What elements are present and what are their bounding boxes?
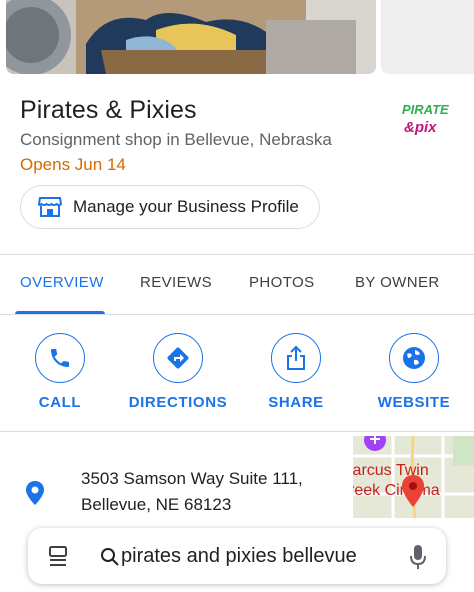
divider	[0, 431, 474, 432]
website-button[interactable]: WEBSITE	[354, 333, 474, 411]
share-icon	[271, 333, 321, 383]
phone-icon	[35, 333, 85, 383]
microphone-icon[interactable]	[409, 544, 427, 575]
search-icon	[100, 547, 120, 572]
call-button[interactable]: CALL	[0, 333, 120, 411]
globe-icon	[389, 333, 439, 383]
business-photo[interactable]	[6, 0, 376, 74]
tab-photos[interactable]: PHOTOS	[249, 274, 314, 291]
list-icon[interactable]	[48, 545, 72, 572]
tab-overview[interactable]: OVERVIEW	[20, 274, 104, 291]
photo-strip[interactable]	[0, 0, 474, 78]
location-pin-icon	[24, 480, 46, 506]
share-label: SHARE	[268, 394, 324, 411]
logo-text-bottom: &pix	[404, 119, 437, 136]
tab-by-owner[interactable]: BY OWNER	[355, 274, 440, 291]
business-photo-secondary[interactable]	[381, 0, 474, 74]
tab-reviews[interactable]: REVIEWS	[140, 274, 212, 291]
directions-label: DIRECTIONS	[128, 394, 228, 411]
website-label: WEBSITE	[377, 394, 451, 411]
divider	[0, 254, 474, 255]
address-line-2[interactable]: Bellevue, NE 68123	[81, 495, 231, 515]
manage-business-profile-label: Manage your Business Profile	[73, 197, 299, 216]
business-category: Consignment shop in Bellevue, Nebraska	[20, 130, 332, 149]
search-input[interactable]: pirates and pixies bellevue	[121, 545, 357, 568]
hours-status[interactable]: Opens Jun 14	[20, 155, 126, 175]
map-pin-icon	[402, 475, 424, 507]
divider	[0, 314, 474, 315]
call-label: CALL	[38, 394, 82, 411]
directions-icon	[153, 333, 203, 383]
tab-bar: OVERVIEW REVIEWS PHOTOS BY OWNER	[0, 256, 474, 314]
directions-button[interactable]: DIRECTIONS	[118, 333, 238, 411]
business-logo: PIRATE &pix	[398, 92, 458, 142]
manage-business-profile-button[interactable]: Manage your Business Profile	[20, 185, 320, 229]
logo-text-top: PIRATE	[402, 102, 449, 117]
share-button[interactable]: SHARE	[236, 333, 356, 411]
map-label-line-2: reek Cinema	[353, 482, 440, 499]
map-thumbnail[interactable]: larcus Twin reek Cinema	[353, 436, 474, 518]
search-bar[interactable]: pirates and pixies bellevue	[28, 528, 446, 584]
storefront-icon	[37, 194, 63, 220]
business-name: Pirates & Pixies	[20, 96, 197, 124]
address-line-1[interactable]: 3503 Samson Way Suite 111,	[81, 469, 303, 489]
